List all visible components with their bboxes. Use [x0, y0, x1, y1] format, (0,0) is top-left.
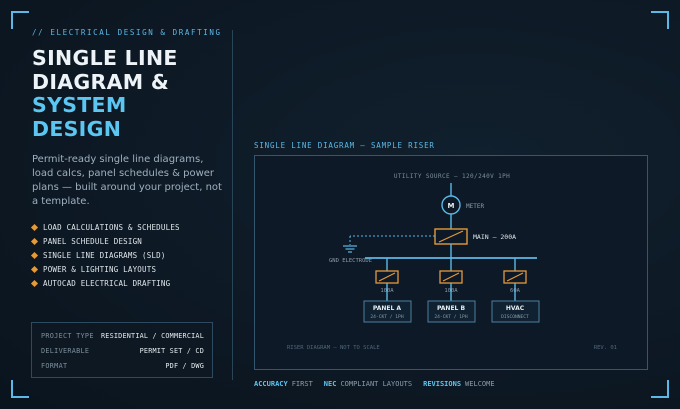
- info-value: PERMIT SET / CD: [139, 347, 204, 355]
- diamond-bullet-icon: [30, 279, 39, 287]
- feature-item: AUTOCAD ELECTRICAL DRAFTING: [30, 276, 222, 290]
- footer-plain: COMPLIANT LAYOUTS: [340, 380, 413, 388]
- title-line-3: SYSTEM: [32, 93, 127, 117]
- meter-symbol: M: [448, 202, 455, 210]
- eyebrow-label: // ELECTRICAL DESIGN & DRAFTING: [32, 28, 222, 37]
- diagram-svg: UTILITY SOURCE — 120/240V 1PH M METER MA…: [287, 173, 617, 351]
- title-line-1: SINGLE LINE: [32, 46, 178, 70]
- corner-bracket-bottom-right: [651, 380, 669, 398]
- corner-bracket-top-left: [11, 11, 29, 29]
- info-value: RESIDENTIAL / COMMERCIAL: [100, 332, 204, 340]
- feature-label: LOAD CALCULATIONS & SCHEDULES: [43, 223, 180, 233]
- hvac-sub: DISCONNECT: [501, 314, 529, 320]
- hvac-name: HVAC: [506, 305, 525, 312]
- diamond-bullet-icon: [30, 224, 39, 232]
- feature-item: LOAD CALCULATIONS & SCHEDULES: [30, 221, 222, 235]
- feature-label: SINGLE LINE DIAGRAMS (SLD): [43, 250, 166, 260]
- info-key: DELIVERABLE: [41, 347, 90, 355]
- footer-plain: FIRST: [291, 380, 313, 388]
- page: // ELECTRICAL DESIGN & DRAFTING SINGLE L…: [0, 0, 680, 409]
- feature-label: POWER & LIGHTING LAYOUTS: [43, 264, 157, 274]
- feature-item: PANEL SCHEDULE DESIGN: [30, 235, 222, 249]
- info-row-deliverable: DELIVERABLE PERMIT SET / CD: [41, 347, 204, 362]
- footer-tagline: ACCURACY FIRST NEC COMPLIANT LAYOUTS REVIS…: [254, 380, 506, 388]
- vertical-divider: [232, 30, 233, 380]
- footer-item: ACCURACY FIRST: [254, 380, 313, 388]
- project-info-box: PROJECT TYPE RESIDENTIAL / COMMERCIAL DE…: [31, 322, 213, 378]
- info-key: FORMAT: [41, 362, 68, 370]
- footer-plain: WELCOME: [465, 380, 495, 388]
- panel-b-sub: 24-CKT / 1PH: [434, 314, 467, 320]
- footer-strong: NEC: [323, 380, 337, 388]
- diamond-bullet-icon: [30, 238, 39, 246]
- corner-bracket-top-right: [651, 11, 669, 29]
- footer-item: REVISIONS WELCOME: [423, 380, 494, 388]
- info-row-format: FORMAT PDF / DWG: [41, 362, 204, 377]
- diagram-note: RISER DIAGRAM — NOT TO SCALE: [287, 345, 380, 351]
- page-title: SINGLE LINE DIAGRAM & SYSTEM DESIGN: [32, 46, 222, 141]
- title-line-2: DIAGRAM &: [32, 69, 170, 94]
- diamond-bullet-icon: [30, 251, 39, 260]
- main-breaker-label: MAIN — 200A: [473, 233, 516, 241]
- feature-label: PANEL SCHEDULE DESIGN: [43, 237, 143, 247]
- description: Permit-ready single line diagrams, load …: [32, 154, 222, 207]
- left-column: // ELECTRICAL DESIGN & DRAFTING SINGLE L…: [30, 28, 222, 290]
- diamond-bullet-icon: [30, 265, 39, 273]
- feature-item: SINGLE LINE DIAGRAMS (SLD): [30, 249, 222, 263]
- meter-label: METER: [466, 203, 484, 210]
- feature-list: LOAD CALCULATIONS & SCHEDULES PANEL SCHE…: [30, 221, 222, 290]
- diagram-title: SINGLE LINE DIAGRAM — SAMPLE RISER: [254, 141, 435, 150]
- panel-a-sub: 24-CKT / 1PH: [370, 314, 403, 320]
- feature-label: AUTOCAD ELECTRICAL DRAFTING: [43, 278, 171, 288]
- info-value: PDF / DWG: [165, 362, 204, 370]
- footer-item: NEC COMPLIANT LAYOUTS: [324, 380, 412, 388]
- footer-strong: ACCURACY: [254, 380, 288, 388]
- panel-a-name: PANEL A: [373, 305, 402, 312]
- single-line-diagram: UTILITY SOURCE — 120/240V 1PH M METER MA…: [254, 155, 648, 370]
- utility-source-label: UTILITY SOURCE — 120/240V 1PH: [394, 173, 510, 180]
- revision-label: REV. 01: [594, 345, 617, 351]
- title-line-4: DESIGN: [32, 116, 122, 141]
- info-key: PROJECT TYPE: [41, 332, 94, 340]
- feature-item: POWER & LIGHTING LAYOUTS: [30, 262, 222, 276]
- panel-b-name: PANEL B: [437, 305, 466, 312]
- corner-bracket-bottom-left: [11, 380, 29, 398]
- footer-strong: REVISIONS: [423, 380, 462, 388]
- info-row-project-type: PROJECT TYPE RESIDENTIAL / COMMERCIAL: [41, 332, 204, 347]
